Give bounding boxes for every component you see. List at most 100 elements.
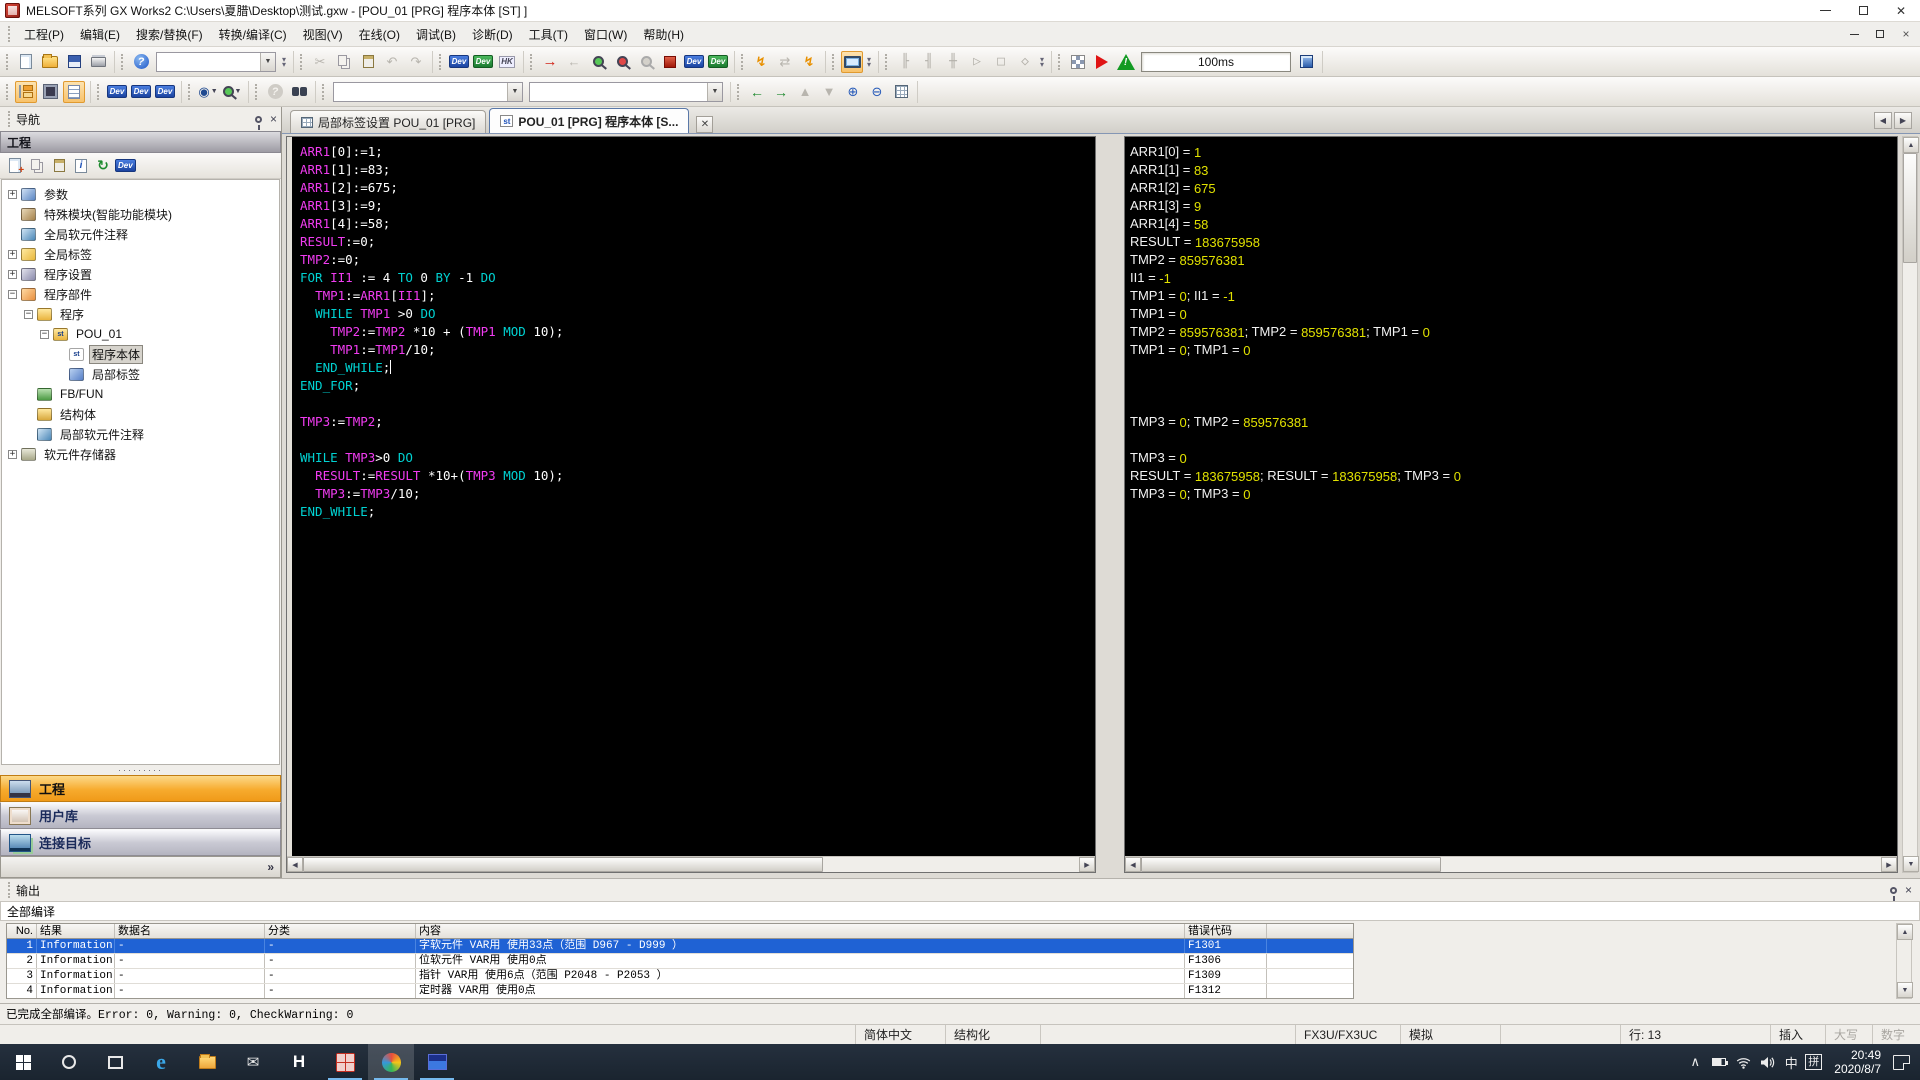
tree-item[interactable]: 结构体: [2, 404, 279, 424]
code-line[interactable]: [300, 395, 1095, 413]
navigation-more-bar[interactable]: »: [0, 856, 281, 878]
monitor-vscrollbar[interactable]: ▲ ▼: [1902, 136, 1918, 873]
output-close-icon[interactable]: ×: [1905, 884, 1912, 896]
ladder-coil-icon[interactable]: ╢: [918, 51, 940, 73]
device-memory-icon[interactable]: Dev: [130, 81, 152, 103]
navigation-splitter[interactable]: ·········: [0, 765, 281, 775]
code-line[interactable]: END_WHILE;: [300, 503, 1095, 521]
move-up-icon[interactable]: ▲: [794, 81, 816, 103]
code-line[interactable]: END_FOR;: [300, 377, 1095, 395]
code-line[interactable]: RESULT:=RESULT *10+(TMP3 MOD 10);: [300, 467, 1095, 485]
monitor-hscrollbar[interactable]: ◀ ▶: [1125, 856, 1897, 872]
active-app-button[interactable]: [368, 1044, 414, 1080]
chevron-more-icon[interactable]: »: [267, 860, 274, 874]
child-minimize-button[interactable]: [1846, 27, 1862, 41]
device-network-icon[interactable]: Dev: [154, 81, 176, 103]
code-line[interactable]: TMP2:=TMP2 *10 + (TMP1 MOD 10);: [300, 323, 1095, 341]
nav-refresh-icon[interactable]: ↻: [93, 156, 113, 176]
code-line[interactable]: [300, 431, 1095, 449]
code-line[interactable]: TMP2:=0;: [300, 251, 1095, 269]
scroll-left-icon[interactable]: ◀: [287, 857, 303, 872]
write-to-plc-icon[interactable]: →: [539, 51, 561, 73]
scroll-right-icon[interactable]: ▶: [1881, 857, 1897, 872]
gx-simulator-app-button[interactable]: [414, 1044, 460, 1080]
device-comment-icon[interactable]: Dev: [106, 81, 128, 103]
table-row[interactable]: 3Information--指针 VAR用 使用6点（范围 P2048 - P2…: [7, 969, 1353, 984]
tree-expander-icon[interactable]: +: [8, 250, 17, 259]
menu-item[interactable]: 调试(B): [408, 22, 464, 47]
menu-item[interactable]: 帮助(H): [635, 22, 692, 47]
menu-item[interactable]: 编辑(E): [72, 22, 128, 47]
tree-expander-icon[interactable]: −: [8, 290, 17, 299]
function-combobox[interactable]: ▼: [156, 52, 276, 72]
ladder-contact-icon[interactable]: ╟: [894, 51, 916, 73]
toolbar-overflow-icon[interactable]: ▾▾: [864, 57, 874, 67]
verify-with-plc-icon[interactable]: ⇄: [774, 51, 796, 73]
print-icon[interactable]: [87, 51, 109, 73]
ime-mode-indicator[interactable]: 拼: [1805, 1054, 1822, 1070]
file-explorer-app-button[interactable]: [184, 1044, 230, 1080]
tree-item[interactable]: +软元件存储器: [2, 444, 279, 464]
device-display-icon[interactable]: ◉▼: [197, 81, 219, 103]
edge-app-button[interactable]: e: [138, 1044, 184, 1080]
volume-icon[interactable]: [1757, 1044, 1777, 1080]
menu-item[interactable]: 搜索/替换(F): [128, 22, 211, 47]
scroll-down-icon[interactable]: ▼: [1903, 856, 1919, 872]
battery-icon[interactable]: [1709, 1044, 1729, 1080]
device-search-icon[interactable]: ▼: [221, 81, 243, 103]
tree-item[interactable]: +全局标签: [2, 244, 279, 264]
scroll-left-icon[interactable]: ◀: [1125, 857, 1141, 872]
scroll-up-icon[interactable]: ▲: [1897, 924, 1913, 940]
gx-works2-app-button[interactable]: [322, 1044, 368, 1080]
code-line[interactable]: ARR1[2]:=675;: [300, 179, 1095, 197]
tab-scroll-left-icon[interactable]: ◀: [1874, 112, 1892, 129]
menu-item[interactable]: 工具(T): [521, 22, 576, 47]
child-close-button[interactable]: ×: [1898, 27, 1914, 41]
code-line[interactable]: ARR1[4]:=58;: [300, 215, 1095, 233]
scroll-right-icon[interactable]: ▶: [1079, 857, 1095, 872]
tree-item[interactable]: st程序本体: [2, 344, 279, 364]
open-project-icon[interactable]: [39, 51, 61, 73]
navigation-close-icon[interactable]: ×: [270, 113, 277, 125]
step-execution-icon[interactable]: [1295, 51, 1317, 73]
maximize-button[interactable]: [1844, 0, 1882, 21]
grid-display-icon[interactable]: [890, 81, 912, 103]
remote-operation-icon[interactable]: ↯: [798, 51, 820, 73]
code-line[interactable]: FOR II1 := 4 TO 0 BY -1 DO: [300, 269, 1095, 287]
tree-item[interactable]: 局部标签: [2, 364, 279, 384]
device-test-icon[interactable]: Dev: [707, 51, 729, 73]
replace-combobox[interactable]: ▼: [529, 82, 723, 102]
code-line[interactable]: TMP3:=TMP3/10;: [300, 485, 1095, 503]
tab-scroll-right-icon[interactable]: ▶: [1894, 112, 1912, 129]
tree-item[interactable]: −程序部件: [2, 284, 279, 304]
error-jump-icon[interactable]: !: [1115, 51, 1137, 73]
nav-copy-icon[interactable]: [27, 156, 47, 176]
tree-expander-icon[interactable]: −: [24, 310, 33, 319]
navigate-back-icon[interactable]: ←: [746, 81, 768, 103]
action-center-icon[interactable]: [1893, 1055, 1910, 1070]
save-project-icon[interactable]: [63, 51, 85, 73]
child-restore-button[interactable]: [1872, 27, 1888, 41]
toolbar-overflow-icon[interactable]: ▾▾: [279, 57, 289, 67]
tree-item[interactable]: +程序设置: [2, 264, 279, 284]
paste-icon[interactable]: [357, 51, 379, 73]
monitor-mode-icon[interactable]: [841, 51, 863, 73]
undo-icon[interactable]: ↶: [381, 51, 403, 73]
zoom-out-icon[interactable]: ⊖: [866, 81, 888, 103]
menu-item[interactable]: 视图(V): [295, 22, 351, 47]
code-line[interactable]: END_WHILE;: [300, 359, 1095, 377]
mail-app-button[interactable]: ✉: [230, 1044, 276, 1080]
copy-icon[interactable]: [333, 51, 355, 73]
pin-icon[interactable]: [255, 116, 262, 123]
cross-reference-icon[interactable]: [288, 81, 310, 103]
monitor-stop-icon[interactable]: [611, 51, 633, 73]
tree-expander-icon[interactable]: +: [8, 190, 17, 199]
editor-hscrollbar[interactable]: ◀ ▶: [287, 856, 1095, 872]
module-configuration-icon[interactable]: [39, 81, 61, 103]
scroll-up-icon[interactable]: ▲: [1903, 137, 1919, 153]
new-project-icon[interactable]: [15, 51, 37, 73]
code-line[interactable]: TMP1:=TMP1/10;: [300, 341, 1095, 359]
nav-button-工程[interactable]: 工程: [0, 775, 281, 802]
device-find-result-icon[interactable]: Dev: [472, 51, 494, 73]
h-app-button[interactable]: H: [276, 1044, 322, 1080]
